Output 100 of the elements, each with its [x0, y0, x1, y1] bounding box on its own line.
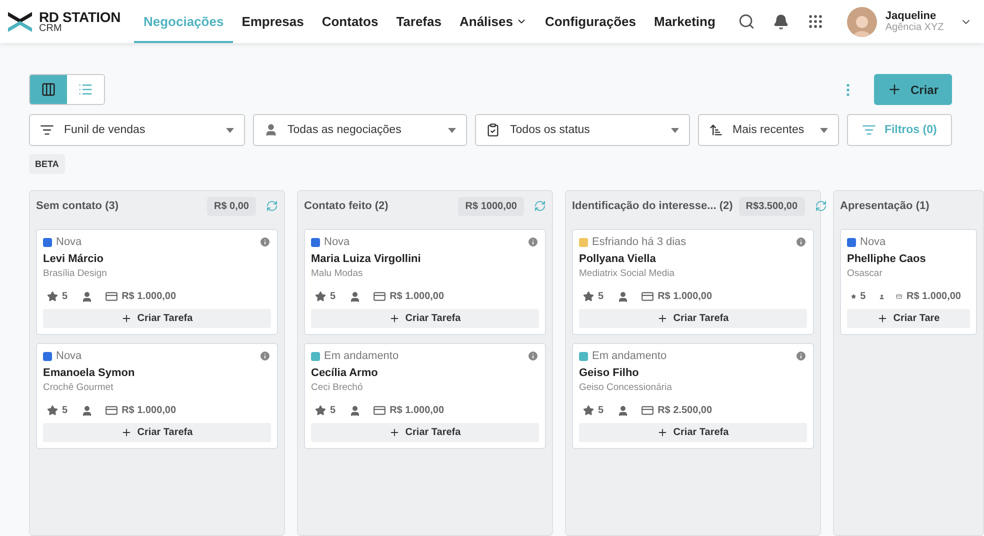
refresh-icon[interactable] [814, 200, 827, 212]
column-title: Identificação do interesse... (2) [572, 200, 733, 212]
deal-card[interactable]: Esfriando há 3 dias Pollyana Viella Mediatrix Social Media 5 R$ 1.000,00 Criar Tarefa [572, 229, 814, 335]
deal-contact-name: Emanoela Symon [43, 367, 136, 379]
create-task-button[interactable]: Criar Tarefa [579, 309, 807, 328]
plus-icon [121, 313, 132, 324]
deal-contact-name: Levi Márcio [43, 253, 105, 265]
deal-contact-name: Cecília Armo [311, 367, 379, 379]
apps-grid-icon[interactable] [807, 13, 824, 30]
search-icon[interactable] [738, 13, 756, 30]
board-view-icon [41, 82, 56, 97]
person-icon [80, 290, 93, 302]
deal-status: Nova [860, 236, 887, 248]
filter-dropdown[interactable]: Todas as negociações [252, 114, 468, 146]
sort-icon [708, 123, 723, 137]
nav-tab[interactable]: Configurações [536, 0, 645, 43]
column-title: Apresentação (1) [840, 200, 930, 212]
refresh-icon[interactable] [266, 200, 278, 212]
brand-subtitle: CRM [39, 24, 63, 34]
nav-tab[interactable]: Contatos [312, 0, 388, 43]
deal-card[interactable]: Nova Levi Márcio Brasília Design 5 R$ 1.000,00 Criar Tarefa [36, 229, 278, 335]
filter-dropdown[interactable]: Funil de vendas [29, 114, 245, 146]
deal-rating: 5 [330, 291, 336, 302]
deal-value: R$ 2.500,00 [658, 405, 712, 416]
nav-tab[interactable]: Marketing [644, 0, 724, 43]
star-icon [583, 405, 594, 416]
brand-name: RD STATION [39, 10, 120, 24]
deal-status: Nova [56, 236, 83, 248]
info-icon[interactable] [795, 236, 807, 248]
card-icon [104, 290, 118, 303]
deal-card[interactable]: Nova Phelliphe Caos Osascar 5 R$ 1.000,00 Criar Tare [840, 229, 977, 335]
info-icon[interactable] [527, 350, 539, 362]
deal-card[interactable]: Em andamento Cecília Armo Ceci Brechó 5 R$ 1.000,00 Criar Tarefa [304, 343, 546, 449]
beta-badge: BETA [29, 154, 65, 174]
person-icon [616, 404, 629, 416]
deal-status: Esfriando há 3 dias [592, 236, 688, 248]
create-task-button[interactable]: Criar Tarefa [579, 423, 807, 442]
info-icon[interactable] [527, 236, 539, 248]
clipboard-check-icon [486, 123, 500, 137]
user-name: Jaqueline [885, 10, 938, 22]
bell-icon[interactable] [773, 14, 790, 30]
nav-tab[interactable]: Análises [450, 0, 536, 43]
create-task-button[interactable]: Criar Tarefa [43, 309, 271, 328]
deal-contact-name: Phelliphe Caos [847, 253, 927, 265]
person-icon [80, 404, 93, 416]
caret-icon [226, 128, 234, 132]
deal-status: Nova [56, 350, 83, 362]
filter-dropdown[interactable]: Mais recentes [698, 114, 840, 146]
create-task-button[interactable]: Criar Tare [847, 309, 970, 328]
avatar[interactable] [847, 6, 878, 36]
create-task-button[interactable]: Criar Tarefa [311, 423, 539, 442]
deal-card[interactable]: Em andamento Geiso Filho Geiso Concessionária 5 R$ 2.500,00 Criar Tarefa [572, 343, 814, 449]
plus-icon [657, 427, 668, 438]
filter-dropdown[interactable]: Todos os status [475, 114, 690, 146]
star-icon [47, 405, 58, 416]
deal-card[interactable]: Nova Emanoela Symon Crochê Gourmet 5 R$ 1.000,00 Criar Tarefa [36, 343, 278, 449]
person-icon [616, 290, 629, 302]
column-title: Sem contato (3) [36, 200, 120, 212]
view-toggle-button[interactable] [30, 75, 67, 104]
create-button[interactable]: Criar [874, 74, 952, 105]
caret-icon [820, 128, 828, 132]
plus-icon [389, 313, 400, 324]
deal-card[interactable]: Nova Maria Luiza Virgollini Malu Modas 5 R$ 1.000,00 Criar Tarefa [304, 229, 546, 335]
star-icon [851, 291, 856, 302]
plus-icon [657, 313, 668, 324]
star-icon [583, 291, 594, 302]
deal-value: R$ 1.000,00 [658, 291, 712, 302]
deal-value: R$ 1.000,00 [390, 405, 444, 416]
view-toggle-button[interactable] [67, 75, 104, 104]
refresh-icon[interactable] [534, 200, 546, 212]
deal-rating: 5 [598, 291, 604, 302]
deal-value: R$ 1.000,00 [122, 405, 176, 416]
logo-icon [6, 10, 34, 34]
info-icon[interactable] [795, 350, 807, 362]
deal-contact-name: Maria Luiza Virgollini [311, 253, 422, 265]
plus-icon [877, 313, 888, 324]
create-task-button[interactable]: Criar Tarefa [43, 423, 271, 442]
create-task-button[interactable]: Criar Tarefa [311, 309, 539, 328]
nav-tab[interactable]: Tarefas [387, 0, 450, 43]
deal-company: Ceci Brechó [311, 382, 364, 393]
deal-rating: 5 [598, 405, 604, 416]
deal-company: Geiso Concessionária [579, 382, 673, 393]
deal-status: Em andamento [324, 350, 400, 362]
deal-rating: 5 [860, 291, 866, 302]
nav-tab[interactable]: Empresas [232, 0, 313, 43]
deal-contact-name: Geiso Filho [579, 367, 640, 379]
person-icon [348, 290, 361, 302]
deal-value: R$ 1.000,00 [122, 291, 176, 302]
star-icon [47, 291, 58, 302]
info-icon[interactable] [259, 236, 271, 248]
deal-value: R$ 1.000,00 [906, 291, 961, 302]
info-icon[interactable] [259, 350, 271, 362]
person-icon [264, 123, 278, 137]
plus-icon [121, 427, 132, 438]
deal-contact-name: Pollyana Viella [579, 253, 657, 265]
plus-icon [887, 82, 902, 97]
column-total: R$ 0,00 [206, 196, 256, 216]
card-icon [372, 290, 386, 303]
list-view-icon [78, 82, 93, 97]
filter-icon [40, 123, 54, 137]
